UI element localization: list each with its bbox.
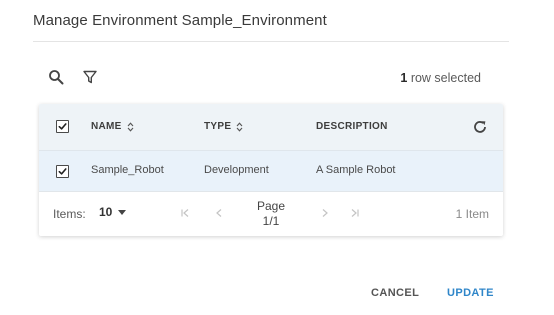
select-all-checkbox[interactable] [56,120,69,133]
sort-icon[interactable] [236,121,243,132]
cell-name: Sample_Robot [91,164,164,176]
page-value: 1/1 [262,214,280,228]
selection-summary: 1 row selected [400,71,481,85]
page-label: Page [256,199,286,213]
refresh-icon[interactable] [471,118,489,136]
filter-icon[interactable] [80,67,100,87]
cell-description: A Sample Robot [316,164,396,176]
cell-type: Development [204,164,269,176]
column-header-name-label: NAME [91,121,122,132]
dialog-title: Manage Environment Sample_Environment [33,12,327,29]
grid-header: NAME TYPE DESCRIPTION [39,104,503,151]
column-header-description-label: DESCRIPTION [316,121,388,132]
first-page-icon [181,209,189,217]
manage-environment-dialog: Manage Environment Sample_Environment 1 … [0,0,554,315]
column-header-description[interactable]: DESCRIPTION [316,121,388,132]
cancel-button[interactable]: CANCEL [371,287,419,299]
robots-grid: NAME TYPE DESCRIPTION Sample_Robot Devel… [39,104,503,236]
update-button[interactable]: UPDATE [447,287,494,299]
column-header-type-label: TYPE [204,121,232,132]
search-icon[interactable] [46,67,66,87]
caret-down-icon [118,209,127,215]
pager: Items: 10 Page 1/1 1 Item [39,192,503,236]
chevron-right-icon [322,209,328,217]
title-divider [33,41,509,42]
previous-page-button[interactable] [213,207,225,219]
row-checkbox[interactable] [56,165,69,178]
last-page-icon [351,209,359,217]
column-header-type[interactable]: TYPE [204,121,243,132]
chevron-left-icon [216,209,222,217]
sort-icon[interactable] [127,121,134,132]
next-page-button[interactable] [319,207,331,219]
checkmark-icon [58,123,67,130]
items-per-page-value: 10 [99,205,113,219]
checkmark-icon [58,168,67,175]
items-per-page-label: Items: [53,207,86,221]
first-page-button[interactable] [179,207,191,219]
items-per-page-select[interactable]: 10 [99,205,127,219]
item-count: 1 Item [455,207,489,221]
table-row[interactable]: Sample_Robot Development A Sample Robot [39,151,503,192]
column-header-name[interactable]: NAME [91,121,134,132]
selected-label: row selected [407,71,481,85]
last-page-button[interactable] [349,207,361,219]
page-indicator: Page 1/1 [245,199,297,229]
